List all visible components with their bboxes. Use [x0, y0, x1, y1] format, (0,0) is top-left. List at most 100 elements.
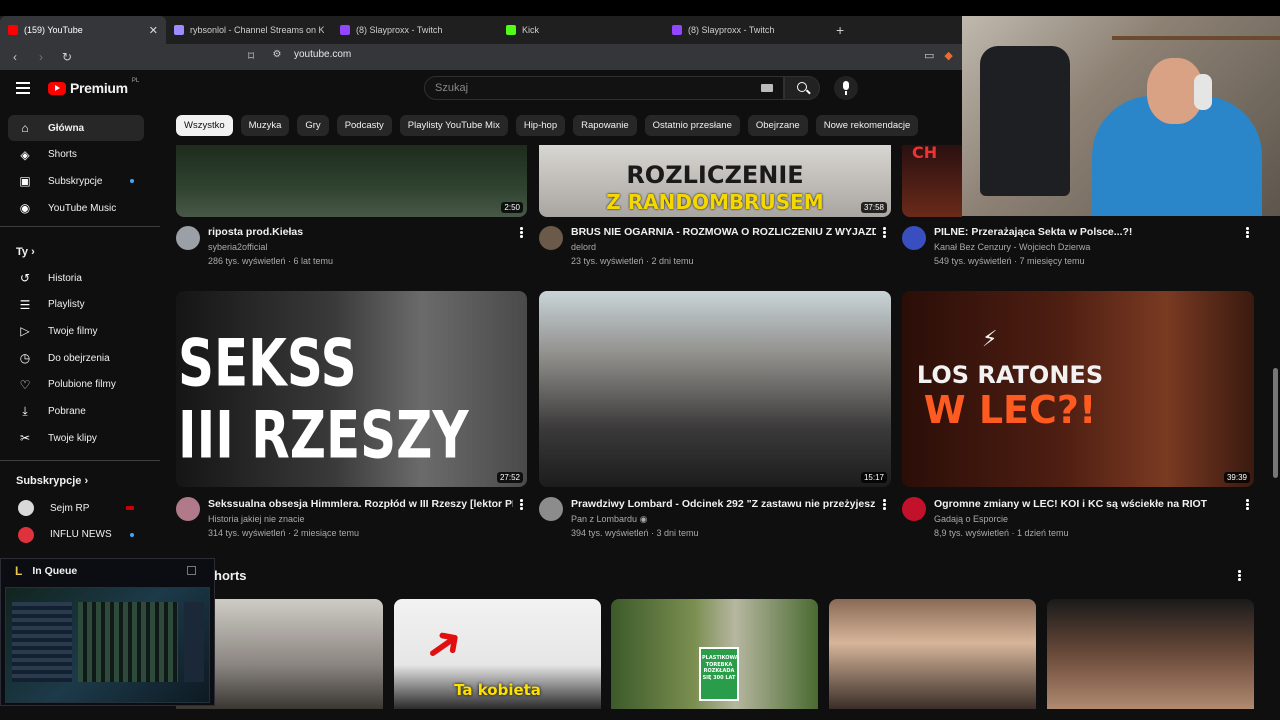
channel-avatar[interactable] — [539, 226, 563, 250]
shorts-heading: horts — [214, 568, 247, 583]
channel-avatar[interactable] — [176, 497, 200, 521]
search-input[interactable]: Szukaj — [424, 76, 784, 100]
tab-close-icon[interactable]: ✕ — [149, 24, 158, 37]
filter-chip[interactable]: Obejrzane — [747, 115, 808, 136]
video-menu-icon[interactable] — [520, 227, 524, 239]
video-thumbnail[interactable]: ⚡ LOS RATONES W LEC?! 39:39 — [902, 291, 1254, 487]
filter-chip[interactable]: Podcasty — [336, 115, 392, 136]
filter-chip[interactable]: Ostatnio przesłane — [644, 115, 740, 136]
cast-icon[interactable]: ▭ — [924, 49, 934, 62]
video-channel[interactable]: Historia jakiej nie znacie — [208, 514, 305, 524]
sidebar-item[interactable]: ⌂ Główna — [8, 115, 144, 141]
sidebar-you-heading[interactable]: Ty › — [16, 246, 35, 258]
site-info-icon[interactable]: ⚙ — [270, 49, 284, 60]
video-menu-icon[interactable] — [1246, 227, 1250, 239]
subscriptions-icon: ▣ — [19, 174, 31, 189]
video-thumbnail[interactable]: 15:17 — [539, 291, 891, 487]
bookmark-icon[interactable]: ⌑ — [248, 49, 254, 63]
browser-tab[interactable]: rybsonlol - Channel Streams on Kick — [166, 16, 332, 44]
video-channel[interactable]: syberia2official — [208, 242, 267, 252]
sidebar-item[interactable]: ◉ YouTube Music — [8, 195, 144, 221]
filter-chip[interactable]: Hip-hop — [515, 115, 566, 136]
music-icon: ◉ — [19, 201, 31, 216]
video-thumbnail[interactable]: CH — [902, 145, 962, 217]
hamburger-menu-icon[interactable] — [16, 82, 30, 94]
video-title[interactable]: Ogromne zmiany w LEC! KOI i KC są wściek… — [934, 498, 1239, 510]
sidebar-item[interactable]: ◷ Do obejrzenia — [8, 345, 144, 371]
video-title[interactable]: Sekssualna obsesja Himmlera. Rozpłód w I… — [208, 498, 513, 510]
tab-title: (8) Slayproxx - Twitch — [688, 25, 775, 35]
video-thumbnail[interactable]: SEKSS III RZESZY 27:52 — [176, 291, 527, 487]
sidebar-item-label: Sejm RP — [50, 502, 90, 514]
sidebar-item[interactable]: INFLU NEWS — [8, 522, 144, 548]
browser-tab[interactable]: (159) YouTube ✕ — [0, 16, 166, 44]
youtube-logo[interactable]: Premium PL — [48, 78, 140, 96]
channel-avatar[interactable] — [539, 497, 563, 521]
video-channel[interactable]: Gadają o Esporcie — [934, 514, 1008, 524]
video-title[interactable]: riposta prod.Kiełas — [208, 226, 508, 238]
thumbnail-caption: LOS RATONES — [916, 361, 1104, 389]
filter-chip[interactable]: Gry — [297, 115, 329, 136]
short-thumbnail[interactable]: ➜ Ta kobieta — [394, 599, 601, 709]
video-thumbnail[interactable]: ROZLICZENIE Z RANDOMBRUSEM 37:58 — [539, 145, 891, 217]
channel-avatar[interactable] — [902, 226, 926, 250]
short-caption: Ta kobieta — [454, 681, 541, 699]
filter-chip[interactable]: Muzyka — [240, 115, 290, 136]
url-text[interactable]: youtube.com — [294, 49, 351, 60]
extension-icon[interactable]: ◆ — [944, 49, 952, 62]
expand-icon[interactable] — [187, 566, 196, 575]
reload-icon[interactable]: ↻ — [60, 50, 74, 64]
voice-search-icon[interactable] — [834, 76, 858, 100]
queue-logo-icon: L — [15, 564, 23, 578]
filter-chip[interactable]: Playlisty YouTube Mix — [399, 115, 508, 136]
filter-chip[interactable]: Rapowanie — [573, 115, 637, 136]
scrollbar-thumb[interactable] — [1273, 368, 1278, 478]
logo-region: PL — [131, 78, 140, 84]
sidebar-item[interactable]: ✂ Twoje klipy — [8, 425, 144, 451]
video-channel[interactable]: Kanał Bez Cenzury - Wojciech Dzierwa — [934, 242, 1090, 252]
video-channel[interactable]: Pan z Lombardu ◉ — [571, 514, 647, 525]
sidebar-item[interactable]: ☰ Playlisty — [8, 292, 144, 318]
home-icon: ⌂ — [21, 121, 29, 135]
video-menu-icon[interactable] — [1246, 499, 1250, 511]
filter-chip[interactable]: Nowe rekomendacje — [815, 115, 919, 136]
channel-avatar[interactable] — [176, 226, 200, 250]
video-title[interactable]: Prawdziwy Lombard - Odcinek 292 "Z zasta… — [571, 498, 876, 510]
shorts-menu-icon[interactable] — [1238, 570, 1242, 582]
browser-tab[interactable]: (8) Slayproxx - Twitch — [664, 16, 830, 44]
sidebar-subs-heading[interactable]: Subskrypcje › — [16, 475, 88, 487]
video-menu-icon[interactable] — [883, 227, 887, 239]
sidebar-item-label: Historia — [48, 272, 82, 284]
sidebar-item-label: Twoje filmy — [48, 325, 98, 337]
short-thumbnail[interactable]: PLASTIKOWA TOREBKA ROZKŁADA SIĘ 300 LAT — [611, 599, 818, 709]
video-menu-icon[interactable] — [883, 499, 887, 511]
video-menu-icon[interactable] — [520, 499, 524, 511]
short-thumbnail[interactable] — [829, 599, 1036, 709]
new-tab-icon[interactable]: + — [836, 22, 844, 38]
filter-chip[interactable]: Wszystko — [176, 115, 233, 136]
sidebar-item[interactable]: ▷ Twoje filmy — [8, 318, 144, 344]
tab-title: rybsonlol - Channel Streams on Kick — [190, 25, 324, 35]
thumbnail-caption-partial: CH — [912, 145, 938, 162]
back-icon[interactable]: ‹ — [8, 50, 22, 64]
sidebar-item[interactable]: ⤓ Pobrane — [8, 399, 144, 425]
sidebar-item[interactable]: ▣ Subskrypcje — [8, 168, 144, 194]
keyboard-icon[interactable] — [761, 84, 773, 92]
sidebar-item[interactable]: ♡ Polubione filmy — [8, 372, 144, 398]
sidebar-item-label: Playlisty — [48, 299, 85, 311]
search-button[interactable] — [784, 76, 820, 100]
sidebar-item[interactable]: ↺ Historia — [8, 265, 144, 291]
video-channel[interactable]: delord — [571, 242, 596, 252]
video-title[interactable]: PILNE: Przerażająca Sekta w Polsce...?! — [934, 226, 1234, 238]
sidebar-item[interactable]: ◈ Shorts — [8, 142, 144, 168]
tab-title: (159) YouTube — [24, 25, 83, 35]
video-stats: 23 tys. wyświetleń · 2 dni temu — [571, 256, 694, 266]
channel-avatar[interactable] — [902, 497, 926, 521]
sidebar-item[interactable]: Sejm RP — [8, 495, 144, 521]
forward-icon[interactable]: › — [34, 50, 48, 64]
short-thumbnail[interactable] — [1047, 599, 1254, 709]
video-title[interactable]: BRUS NIE OGARNIA - ROZMOWA O ROZLICZENIU… — [571, 226, 876, 238]
video-thumbnail[interactable]: 2:50 — [176, 145, 527, 217]
browser-tab[interactable]: Kick — [498, 16, 664, 44]
browser-tab[interactable]: (8) Slayproxx - Twitch — [332, 16, 498, 44]
